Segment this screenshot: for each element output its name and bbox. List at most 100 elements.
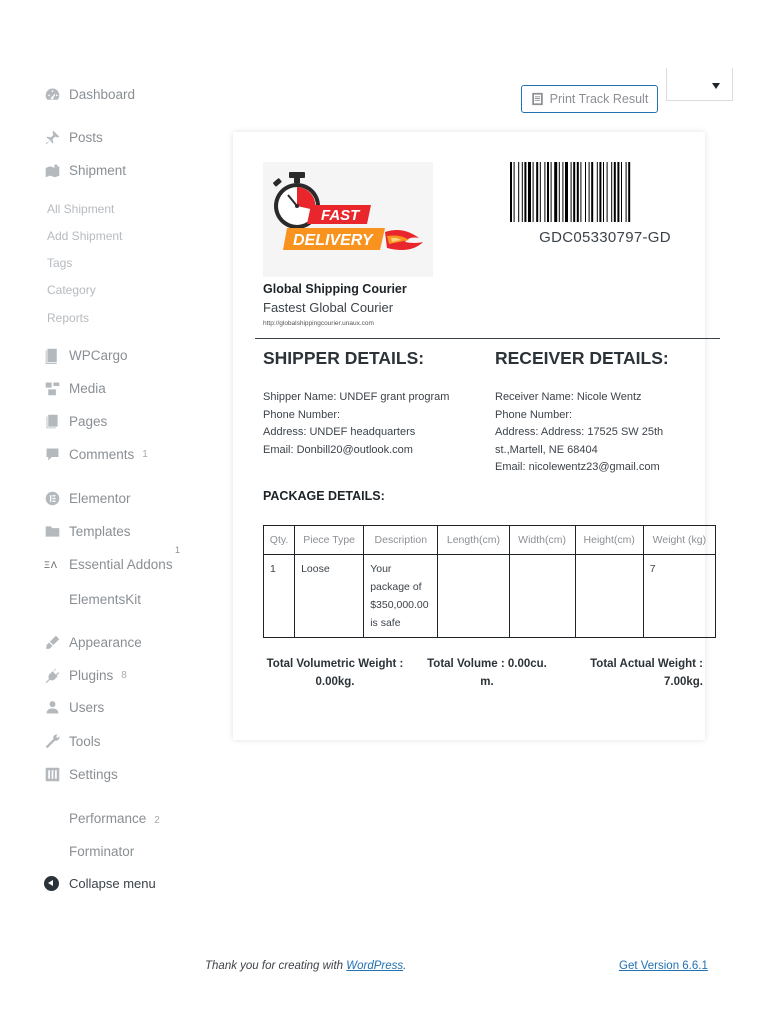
barcode-bar bbox=[613, 162, 616, 222]
shipper-email: Email: Donbill20@outlook.com bbox=[263, 443, 413, 456]
cell-description: Your package of $350,000.00 is safe bbox=[363, 554, 439, 638]
menu-performance[interactable]: Performance 2 bbox=[69, 811, 160, 826]
col-description: Description bbox=[363, 525, 439, 555]
print-document-icon bbox=[531, 92, 543, 106]
barcode-bar bbox=[588, 162, 590, 222]
plug-icon bbox=[44, 667, 61, 684]
barcode-bar bbox=[596, 162, 598, 222]
pin-icon bbox=[44, 129, 61, 146]
barcode-bar bbox=[539, 162, 541, 222]
wrench-icon bbox=[44, 733, 61, 750]
menu-templates-label: Templates bbox=[69, 524, 131, 539]
track-result-card: FAST DELIVERY GDC05330797-GD Global Ship… bbox=[233, 132, 720, 740]
menu-comments-label: Comments bbox=[69, 447, 135, 462]
barcode-bar bbox=[536, 162, 539, 222]
map-icon bbox=[44, 162, 61, 179]
menu-pages[interactable]: Pages bbox=[44, 413, 107, 430]
barcode-bar bbox=[573, 162, 576, 222]
tracking-number: GDC05330797-GD bbox=[539, 229, 671, 246]
menu-appearance[interactable]: Appearance bbox=[44, 634, 142, 651]
menu-performance-label: Performance bbox=[69, 811, 147, 826]
menu-essential-addons[interactable]: ΞΛ Essential Addons bbox=[44, 557, 173, 572]
menu-templates[interactable]: Templates bbox=[44, 523, 131, 540]
menu-pages-label: Pages bbox=[69, 414, 108, 429]
barcode-bar bbox=[513, 162, 515, 222]
menu-users[interactable]: Users bbox=[44, 699, 104, 716]
submenu-add-shipment[interactable]: Add Shipment bbox=[47, 229, 122, 243]
brush-icon bbox=[44, 634, 61, 651]
collapse-menu-button[interactable]: Collapse menu bbox=[44, 876, 156, 891]
package-table-header: Qty. Piece Type Description Length(cm) W… bbox=[262, 525, 717, 555]
cell-qty: 1 bbox=[262, 554, 296, 638]
receiver-address: Address: Address: 17525 SW 25th st.,Mart… bbox=[495, 426, 664, 456]
menu-users-label: Users bbox=[69, 700, 105, 715]
menu-forminator[interactable]: Forminator bbox=[69, 844, 134, 859]
collapse-arrow-icon bbox=[44, 876, 59, 891]
submenu-reports[interactable]: Reports bbox=[47, 311, 89, 325]
menu-dashboard[interactable]: Dashboard bbox=[44, 86, 135, 103]
barcode-bar bbox=[591, 162, 594, 222]
barcode-bar bbox=[554, 162, 558, 222]
receiver-phone: Phone Number: bbox=[495, 408, 573, 421]
print-track-result-button[interactable]: Print Track Result bbox=[521, 85, 658, 113]
barcode-bar bbox=[621, 162, 622, 222]
folder-icon bbox=[44, 523, 61, 540]
pages-icon bbox=[44, 413, 61, 430]
receiver-name: Receiver Name: Nicole Wentz bbox=[495, 391, 642, 403]
col-width: Width(cm) bbox=[508, 525, 576, 555]
cell-piece-type: Loose bbox=[294, 554, 365, 638]
settings-icon bbox=[44, 766, 61, 783]
menu-appearance-label: Appearance bbox=[69, 635, 142, 650]
total-actual-weight: Total Actual Weight : 7.00kg. bbox=[590, 658, 703, 688]
media-icon bbox=[44, 380, 61, 397]
comment-icon bbox=[44, 446, 61, 463]
elementor-icon bbox=[44, 490, 61, 507]
company-url: http://globalshippingcourier.unaux.com bbox=[263, 320, 374, 327]
menu-elementor[interactable]: Elementor bbox=[44, 490, 131, 507]
plugins-count: 8 bbox=[121, 670, 127, 681]
menu-shipment[interactable]: Shipment bbox=[44, 162, 126, 179]
barcode-bar bbox=[570, 162, 572, 222]
total-volume: Total Volume : 0.00cu. m. bbox=[427, 658, 547, 688]
cell-width bbox=[508, 554, 576, 638]
menu-tools[interactable]: Tools bbox=[44, 733, 101, 750]
menu-wpcargo[interactable]: WPCargo bbox=[44, 347, 128, 364]
barcode-bar bbox=[562, 162, 564, 222]
menu-settings[interactable]: Settings bbox=[44, 766, 118, 783]
table-row: 1 Loose Your package of $350,000.00 is s… bbox=[262, 554, 717, 638]
menu-shipment-label: Shipment bbox=[69, 163, 127, 178]
menu-media-label: Media bbox=[69, 381, 106, 396]
options-dropdown[interactable] bbox=[666, 68, 733, 101]
menu-elementor-label: Elementor bbox=[69, 491, 131, 506]
submenu-category[interactable]: Category bbox=[47, 283, 96, 297]
menu-essential-addons-label: Essential Addons bbox=[69, 557, 173, 572]
submenu-tags[interactable]: Tags bbox=[47, 256, 72, 270]
menu-plugins[interactable]: Plugins 8 bbox=[44, 667, 127, 684]
barcode-bar bbox=[558, 162, 560, 222]
col-qty: Qty. bbox=[262, 525, 296, 555]
menu-comments[interactable]: Comments 1 bbox=[44, 446, 148, 463]
menu-posts-label: Posts bbox=[69, 130, 103, 145]
submenu-all-shipment[interactable]: All Shipment bbox=[47, 202, 114, 216]
barcode-bar bbox=[528, 162, 531, 222]
barcode-bar bbox=[550, 162, 552, 222]
menu-elementskit[interactable]: ElementsKit bbox=[69, 592, 141, 607]
barcode-image bbox=[510, 162, 631, 222]
col-weight: Weight (kg) bbox=[642, 525, 717, 555]
shipper-details: Shipper Name: UNDEF grant program Phone … bbox=[263, 389, 483, 459]
barcode-bar bbox=[532, 162, 534, 222]
barcode-bar bbox=[580, 162, 582, 222]
col-piece-type: Piece Type bbox=[294, 525, 365, 555]
fast-delivery-logo: FAST DELIVERY bbox=[263, 162, 433, 277]
menu-media[interactable]: Media bbox=[44, 380, 106, 397]
barcode-bar bbox=[628, 162, 631, 222]
menu-posts[interactable]: Posts bbox=[44, 129, 103, 146]
menu-settings-label: Settings bbox=[69, 767, 118, 782]
dashboard-icon bbox=[44, 86, 61, 103]
wordpress-link[interactable]: WordPress bbox=[346, 960, 403, 972]
barcode-bar bbox=[625, 162, 627, 222]
essential-addons-count: 1 bbox=[175, 545, 181, 555]
receiver-email: Email: nicolewentz23@gmail.com bbox=[495, 461, 660, 473]
get-version-link[interactable]: Get Version 6.6.1 bbox=[619, 960, 708, 972]
svg-text:FAST: FAST bbox=[321, 207, 361, 224]
